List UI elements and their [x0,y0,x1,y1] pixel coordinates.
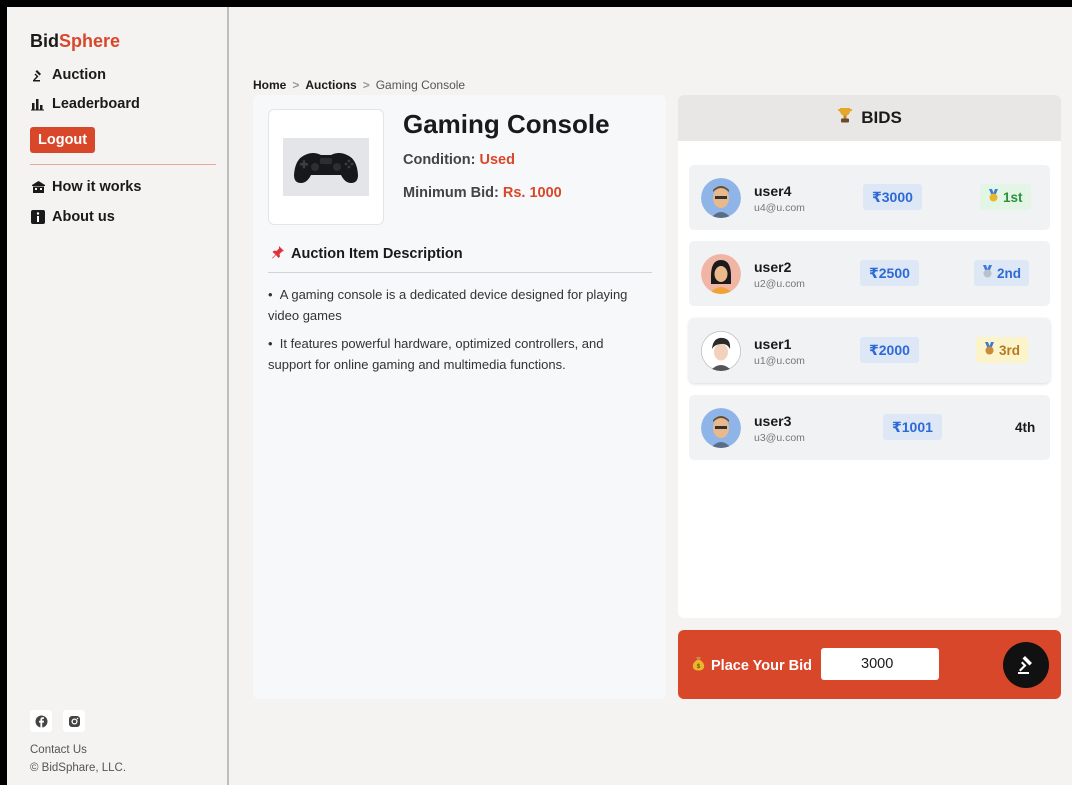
nav-leaderboard-label: Leaderboard [52,96,140,112]
building-icon [30,179,46,195]
description-text: It features powerful hardware, optimized… [268,336,604,372]
info-icon [30,209,46,225]
condition-label: Condition: [403,152,476,168]
nav-how-it-works-label: How it works [52,179,142,195]
nav-about-us[interactable]: About us [30,209,115,225]
rank-badge: 4th [1007,414,1043,440]
description-text: A gaming console is a dedicated device d… [268,287,628,323]
user-avatar [701,408,741,448]
minimum-bid-value: Rs. 1000 [502,185,562,201]
bidder-email: u4@u.com [754,202,805,214]
instagram-icon[interactable] [63,710,85,732]
bidder-email: u1@u.com [754,355,805,367]
app-frame: BidSphere Auction Leaderboard Logout How… [7,7,1072,785]
nav-leaderboard[interactable]: Leaderboard [30,96,140,112]
breadcrumb-home[interactable]: Home [253,78,286,92]
bids-header: BIDS [678,95,1061,141]
rank-badge: 1st [980,184,1031,210]
item-title: Gaming Console [403,109,610,139]
description-heading: Auction Item Description [271,245,463,263]
bid-row[interactable]: user1 u1@u.com ₹2000 3rd [689,318,1050,383]
condition-value: Used [479,152,515,168]
contact-us-link[interactable]: Contact Us [30,744,87,756]
gavel-icon [30,67,46,83]
item-condition: Condition: Used [403,152,515,168]
breadcrumb: Home > Auctions > Gaming Console [253,78,465,92]
gavel-icon [1015,653,1037,678]
breadcrumb-separator: > [292,78,300,92]
bullet-dot: • [268,287,280,302]
bidder-email: u3@u.com [754,432,805,444]
pushpin-icon [271,245,285,263]
bidder-name: user3 [754,413,792,429]
place-bid-bar: $ Place Your Bid [678,630,1061,699]
item-image [268,109,384,225]
nav-about-us-label: About us [52,209,115,225]
user-avatar [701,178,741,218]
bid-row[interactable]: user4 u4@u.com ₹3000 1st [689,165,1050,230]
medal-icon [988,189,999,205]
rank-label: 2nd [997,265,1022,281]
description-heading-text: Auction Item Description [291,246,463,262]
bidder-name: user1 [754,336,792,352]
item-card: Gaming Console Condition: Used Minimum B… [253,95,666,699]
description-bullet: • It features powerful hardware, optimiz… [268,333,648,375]
medal-icon [982,265,993,281]
bid-amount-badge: ₹2000 [860,337,919,363]
minimum-bid-label: Minimum Bid: [403,185,499,201]
rank-badge: 3rd [976,337,1029,363]
breadcrumb-current: Gaming Console [375,78,466,92]
medal-icon [984,342,995,358]
breadcrumb-auctions[interactable]: Auctions [305,78,356,92]
bid-amount-input[interactable] [821,648,939,680]
sidebar-divider [30,164,216,165]
bid-amount-badge: ₹1001 [883,414,942,440]
breadcrumb-separator: > [362,78,370,92]
money-bag-icon: $ [692,656,705,675]
brand-part-2: Sphere [59,31,121,51]
item-minimum-bid: Minimum Bid: Rs. 1000 [403,185,562,201]
submit-bid-button[interactable] [1003,642,1049,688]
bid-amount-badge: ₹3000 [863,184,922,210]
facebook-icon[interactable] [30,710,52,732]
bid-row[interactable]: user3 u3@u.com ₹1001 4th [689,395,1050,460]
bids-panel: BIDS user4 u4@u.com ₹3000 1st user2 u2@u… [678,95,1061,618]
copyright-text: © BidSphare, LLC. [30,762,127,774]
rank-label: 4th [1015,419,1036,435]
rank-badge: 2nd [974,260,1030,286]
brand-part-1: Bid [30,31,59,51]
user-avatar [701,254,741,294]
nav-auction-label: Auction [52,67,106,83]
sidebar: BidSphere Auction Leaderboard Logout How… [7,7,229,785]
description-divider [268,272,652,273]
logout-button[interactable]: Logout [30,127,96,153]
rank-label: 3rd [999,342,1021,358]
place-bid-text: Place Your Bid [711,657,812,674]
bids-title: BIDS [861,108,902,127]
bidder-email: u2@u.com [754,278,805,290]
trophy-icon [837,107,853,129]
nav-how-it-works[interactable]: How it works [30,179,141,195]
controller-image [283,138,369,196]
bidder-name: user2 [754,259,792,275]
brand-logo[interactable]: BidSphere [30,31,120,52]
user-avatar [701,331,741,371]
svg-text:$: $ [696,663,700,670]
bidder-name: user4 [754,183,792,199]
bullet-dot: • [268,336,280,351]
bar-chart-icon [30,96,46,112]
bid-amount-badge: ₹2500 [860,260,919,286]
bid-row[interactable]: user2 u2@u.com ₹2500 2nd [689,241,1050,306]
nav-auction[interactable]: Auction [30,67,106,83]
rank-label: 1st [1003,189,1023,205]
place-bid-label: $ Place Your Bid [692,656,812,675]
description-bullet: • A gaming console is a dedicated device… [268,284,648,326]
